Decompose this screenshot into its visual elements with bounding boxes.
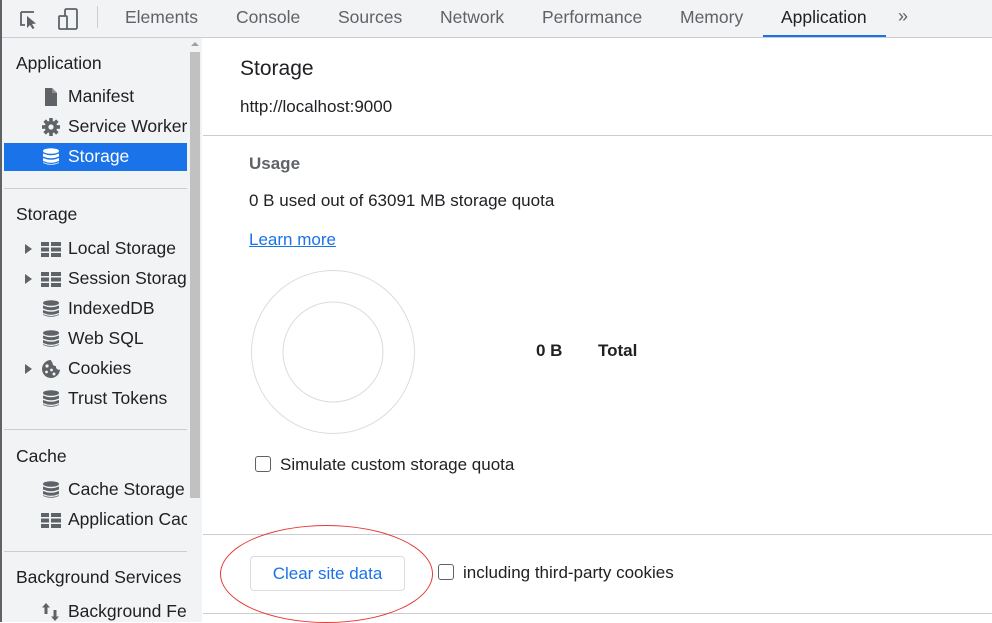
expand-arrow-icon[interactable] — [25, 244, 32, 254]
sidebar-divider — [4, 551, 187, 552]
third-party-cookies-label: including third-party cookies — [463, 563, 674, 582]
table-icon — [41, 513, 61, 528]
sidebar-item-label: Cookies — [68, 358, 132, 378]
header-divider — [203, 135, 992, 136]
sidebar-item-label: Application Cache — [68, 509, 187, 529]
sidebar-item-label: Manifest — [68, 86, 135, 106]
database-icon — [43, 330, 59, 347]
sidebar-item-label: Session Storage — [68, 268, 187, 288]
sidebar-item-label: Service Workers — [68, 116, 187, 136]
section-title-application: Application — [16, 53, 102, 73]
pie-total-value: 0 B — [536, 341, 563, 360]
sidebar-item-background-fetch[interactable]: Background Fetch — [4, 598, 187, 622]
third-party-cookies-checkbox-row[interactable]: including third-party cookies — [438, 563, 674, 583]
document-icon — [45, 88, 57, 106]
tab-application[interactable]: Application — [781, 0, 867, 37]
up-down-arrows-icon — [42, 603, 59, 621]
sidebar-item-service-workers[interactable]: Service Workers — [4, 113, 187, 141]
inspect-element-icon[interactable] — [17, 7, 41, 31]
clear-site-data-button[interactable]: Clear site data — [250, 556, 405, 591]
database-icon — [43, 148, 59, 165]
sidebar-item-label: Local Storage — [68, 238, 176, 258]
sidebar-item-session-storage[interactable]: Session Storage — [4, 265, 187, 293]
section-title-background-services: Background Services — [16, 567, 182, 587]
database-icon — [43, 390, 59, 407]
sidebar-item-indexeddb[interactable]: IndexedDB — [4, 295, 187, 323]
section-divider — [203, 613, 992, 614]
usage-summary: 0 B used out of 63091 MB storage quota — [249, 191, 555, 210]
expand-arrow-icon[interactable] — [25, 274, 32, 284]
pie-outer-ring — [251, 270, 415, 434]
tab-network[interactable]: Network — [440, 0, 504, 37]
sidebar-item-manifest[interactable]: Manifest — [4, 83, 187, 111]
table-icon — [41, 242, 61, 257]
sidebar-item-label: Background Fetch — [68, 601, 187, 621]
sidebar-item-label: Trust Tokens — [68, 388, 168, 408]
sidebar-item-storage[interactable]: Storage — [4, 143, 187, 171]
usage-heading: Usage — [249, 154, 301, 173]
sidebar-scrollbar-thumb[interactable] — [190, 52, 200, 498]
pie-total-label: Total — [598, 341, 638, 360]
sidebar-item-label: Cache Storage — [68, 479, 185, 499]
sidebar-divider — [4, 188, 187, 189]
simulate-quota-label: Simulate custom storage quota — [280, 455, 515, 474]
sidebar: Application Manifest Service Workers Sto… — [2, 38, 202, 622]
sidebar-item-cache-storage[interactable]: Cache Storage — [4, 476, 187, 504]
sidebar-item-label: Storage — [68, 146, 130, 166]
devtools-toolbar: Elements Console Sources Network Perform… — [0, 0, 992, 622]
tab-memory[interactable]: Memory — [680, 0, 743, 37]
tab-console[interactable]: Console — [236, 0, 300, 37]
sidebar-item-label: IndexedDB — [68, 298, 155, 318]
database-icon — [43, 481, 59, 498]
expand-arrow-icon[interactable] — [25, 364, 32, 374]
page-title: Storage — [240, 57, 314, 80]
table-icon — [41, 272, 61, 287]
more-tabs-chevron-icon[interactable]: » — [898, 0, 908, 34]
section-title-cache: Cache — [16, 446, 67, 466]
sidebar-item-cookies[interactable]: Cookies — [4, 355, 187, 383]
simulate-quota-checkbox-row[interactable]: Simulate custom storage quota — [255, 455, 514, 475]
pie-inner-ring — [282, 301, 384, 403]
sidebar-divider — [4, 429, 187, 430]
sidebar-item-label: Web SQL — [68, 328, 144, 348]
active-tab-indicator — [763, 35, 886, 37]
toolbar-separator — [97, 6, 98, 28]
section-title-storage: Storage — [16, 204, 78, 224]
tab-elements[interactable]: Elements — [125, 0, 198, 37]
third-party-cookies-checkbox[interactable] — [438, 564, 454, 580]
section-divider — [203, 534, 992, 535]
usage-pie-chart — [251, 270, 415, 434]
sidebar-item-local-storage[interactable]: Local Storage — [4, 235, 187, 263]
simulate-quota-checkbox[interactable] — [255, 456, 271, 472]
tab-performance[interactable]: Performance — [542, 0, 642, 37]
sidebar-item-web-sql[interactable]: Web SQL — [4, 325, 187, 353]
sidebar-item-application-cache[interactable]: Application Cache — [4, 506, 187, 534]
learn-more-link[interactable]: Learn more — [249, 230, 336, 250]
cookie-icon — [42, 360, 60, 378]
sidebar-item-trust-tokens[interactable]: Trust Tokens — [4, 385, 187, 413]
gear-icon — [42, 118, 60, 136]
storage-panel: Storage http://localhost:9000 Usage 0 B … — [203, 38, 992, 623]
database-icon — [43, 300, 59, 317]
device-toolbar-icon[interactable] — [56, 7, 80, 31]
scroll-up-arrow-icon[interactable] — [191, 42, 199, 46]
tab-sources[interactable]: Sources — [338, 0, 402, 37]
origin-url: http://localhost:9000 — [240, 97, 393, 116]
